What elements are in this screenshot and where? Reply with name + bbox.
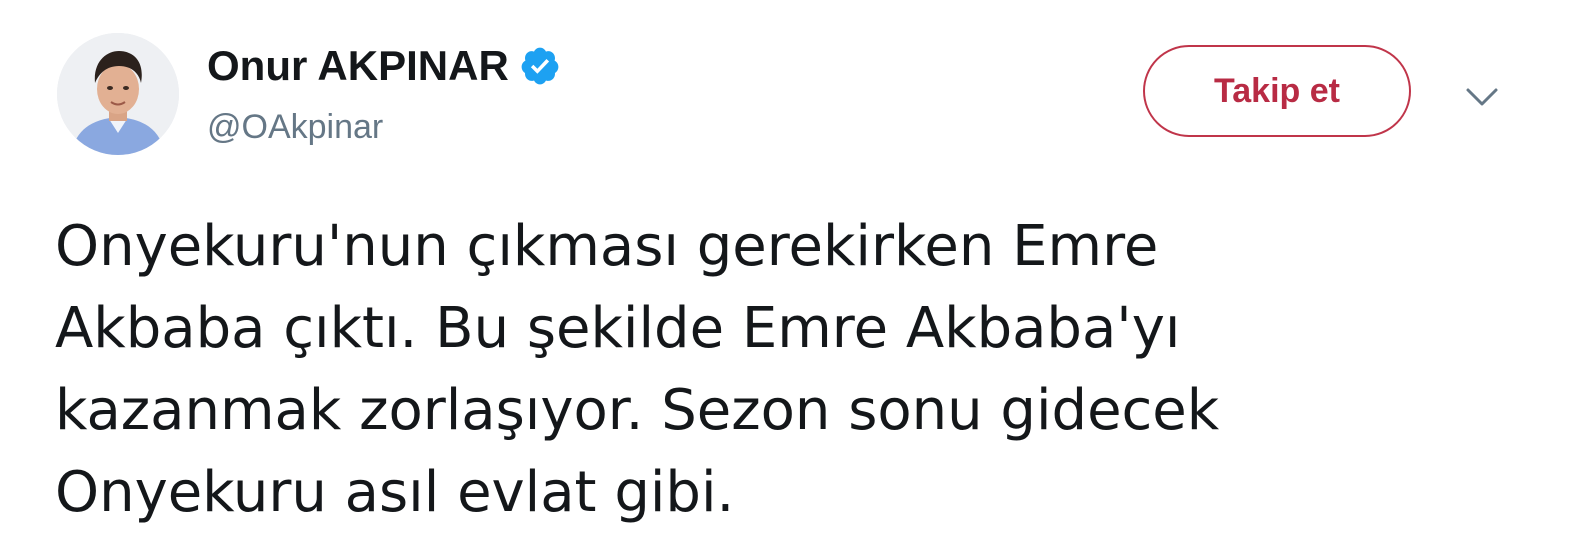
avatar[interactable] bbox=[57, 33, 179, 155]
verified-badge-icon bbox=[521, 47, 559, 85]
chevron-down-icon[interactable] bbox=[1465, 86, 1499, 108]
follow-button[interactable]: Takip et bbox=[1143, 45, 1411, 137]
tweet-text: Onyekuru'nun çıkması gerekirken Emre Akb… bbox=[55, 214, 1220, 525]
author-handle[interactable]: @OAkpinar bbox=[207, 106, 383, 148]
avatar-photo bbox=[57, 33, 179, 155]
author-display-name-row[interactable]: Onur AKPINAR bbox=[207, 40, 561, 92]
author-display-name[interactable]: Onur AKPINAR bbox=[207, 40, 509, 92]
